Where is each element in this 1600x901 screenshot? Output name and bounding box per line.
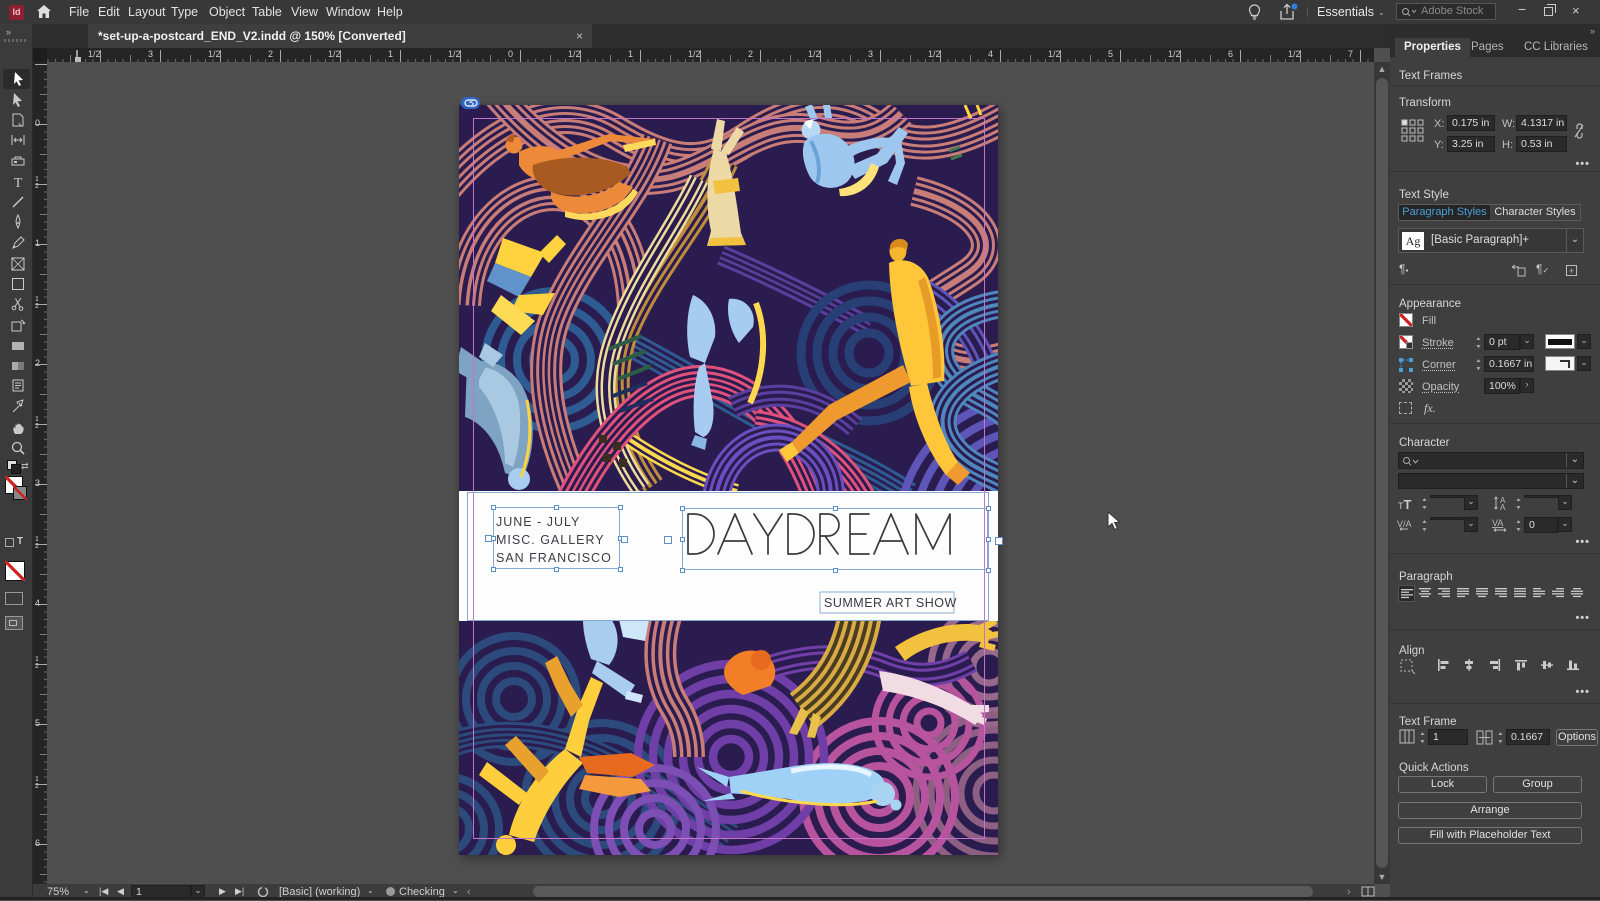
svg-text:VA: VA: [1492, 518, 1503, 528]
svg-text:A: A: [1500, 503, 1506, 511]
svg-text:V/A: V/A: [1397, 519, 1412, 529]
svg-text:T: T: [14, 176, 23, 190]
